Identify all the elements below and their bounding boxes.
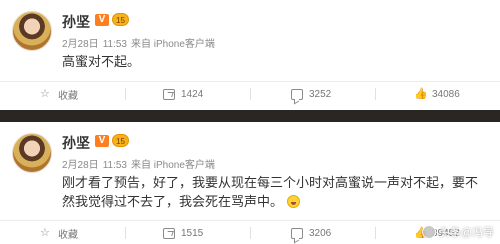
post-date[interactable]: 2月28日 xyxy=(62,39,99,50)
action-divider xyxy=(250,88,251,100)
comment-count: 3206 xyxy=(309,227,332,239)
share-button[interactable]: 1424 xyxy=(163,82,203,106)
post-time[interactable]: 11:53 xyxy=(103,39,127,50)
author-name[interactable]: 孙坚 xyxy=(62,133,90,153)
laughing-emoji-icon xyxy=(286,195,300,208)
post-meta: 2月28日 11:53 来自 iPhone客户端 xyxy=(62,156,219,171)
post-separator xyxy=(0,110,500,122)
verified-icon: V xyxy=(95,14,109,26)
post-meta: 2月28日 11:53 来自 iPhone客户端 xyxy=(62,35,219,50)
action-divider xyxy=(375,88,376,100)
star-icon: ☆ xyxy=(40,226,50,239)
watermark-text: 头条@冯导 xyxy=(438,227,494,239)
comment-button[interactable]: 3206 xyxy=(291,221,331,244)
author-avatar[interactable] xyxy=(12,11,52,51)
watermark-logo-icon xyxy=(421,225,436,239)
comment-icon xyxy=(291,227,303,239)
post-text: 高蜜对不起。 xyxy=(62,54,141,69)
member-badge-icon: 15 xyxy=(112,13,129,26)
post-action-bar: ☆ 收藏 1424 3252 👍 34086 xyxy=(0,81,500,105)
verified-icon: V xyxy=(95,135,109,147)
weibo-post-2: 孙坚 V 15 2月28日 11:53 来自 iPhone客户端 刚才看了预告，好了… xyxy=(0,122,500,244)
share-icon xyxy=(163,88,175,100)
star-icon: ☆ xyxy=(40,87,50,100)
like-count: 34086 xyxy=(432,88,460,100)
member-badge-icon: 15 xyxy=(112,134,129,147)
weibo-post-1: 孙坚 V 15 2月28日 11:53 来自 iPhone客户端 高蜜对不起。 ☆ … xyxy=(0,0,500,110)
share-count: 1515 xyxy=(181,227,204,239)
share-count: 1424 xyxy=(181,88,204,100)
post-source: 来自 iPhone客户端 xyxy=(130,160,215,171)
post-text: 刚才看了预告，好了，我要从现在每三个小时对高蜜说一声对不起，要不然我觉得过不去了… xyxy=(62,175,479,209)
like-button[interactable]: 👍 34086 xyxy=(414,82,460,106)
comment-count: 3252 xyxy=(309,88,332,100)
favorite-button[interactable]: ☆ 收藏 xyxy=(40,221,78,244)
share-icon xyxy=(163,227,175,239)
post-source: 来自 iPhone客户端 xyxy=(130,39,215,50)
post-date[interactable]: 2月28日 xyxy=(62,160,99,171)
comment-icon xyxy=(291,88,303,100)
action-divider xyxy=(250,227,251,239)
favorite-label: 收藏 xyxy=(58,229,78,241)
favorite-button[interactable]: ☆ 收藏 xyxy=(40,82,78,106)
comment-button[interactable]: 3252 xyxy=(291,82,331,106)
share-button[interactable]: 1515 xyxy=(163,221,203,244)
action-divider xyxy=(375,227,376,239)
action-divider xyxy=(125,227,126,239)
post-text-block: 刚才看了预告，好了，我要从现在每三个小时对高蜜说一声对不起，要不然我觉得过不去了… xyxy=(62,173,482,211)
author-name[interactable]: 孙坚 xyxy=(62,12,90,32)
thumbs-up-icon: 👍 xyxy=(414,87,428,100)
author-avatar[interactable] xyxy=(12,133,52,173)
watermark: 头条@冯导 xyxy=(421,224,494,240)
action-divider xyxy=(125,88,126,100)
post-time[interactable]: 11:53 xyxy=(103,160,127,171)
favorite-label: 收藏 xyxy=(58,90,78,102)
